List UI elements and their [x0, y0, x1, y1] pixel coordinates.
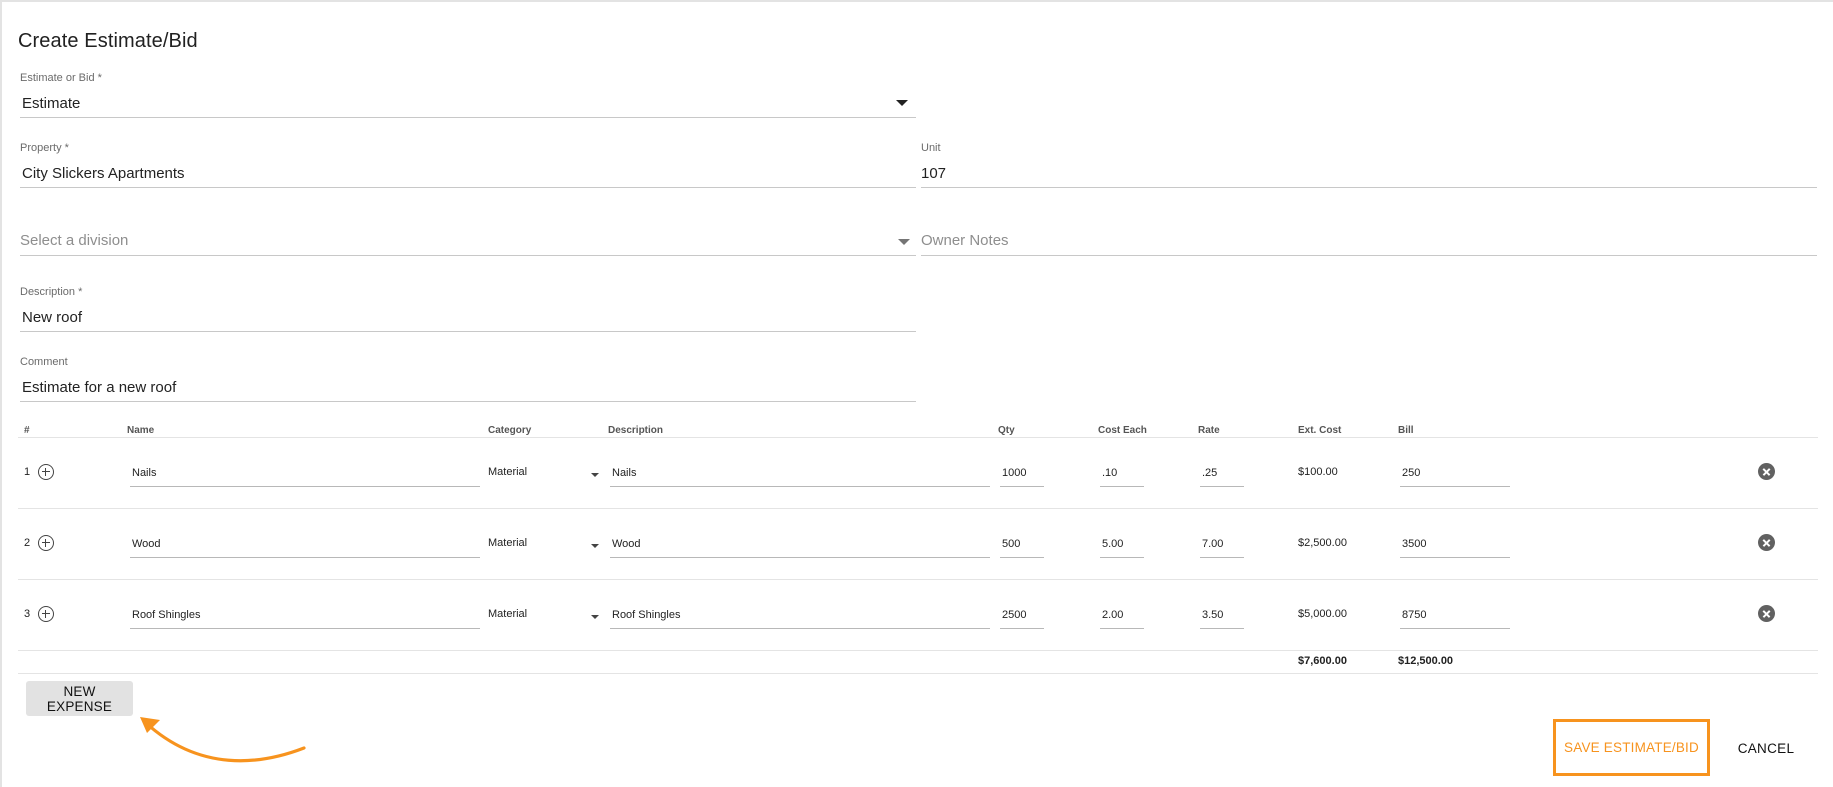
column-header-name: Name	[127, 425, 155, 436]
row-cost-each-input[interactable]: 2.00	[1100, 603, 1144, 629]
column-header-description: Description	[608, 425, 664, 436]
row-rate-value: .25	[1202, 467, 1218, 479]
column-header-category: Category	[488, 425, 532, 436]
row-qty-input[interactable]: 2500	[1000, 603, 1044, 629]
row-description-input[interactable]: Wood	[610, 532, 990, 558]
comment-field[interactable]: Comment Estimate for a new roof	[20, 356, 916, 402]
owner-notes-field[interactable]: Owner Notes	[921, 225, 1817, 256]
row-name-value: Wood	[132, 538, 161, 550]
row-rate-value: 7.00	[1202, 538, 1224, 550]
unit-label: Unit	[921, 142, 941, 154]
row-bill-input[interactable]: 8750	[1400, 603, 1510, 629]
unit-field[interactable]: Unit 107	[921, 142, 1817, 188]
add-circle-icon[interactable]	[38, 606, 54, 622]
chevron-down-icon[interactable]	[591, 473, 599, 477]
remove-circle-icon[interactable]	[1758, 605, 1775, 622]
description-label: Description *	[20, 286, 83, 298]
column-header-bill: Bill	[1398, 425, 1414, 436]
chevron-down-icon[interactable]	[591, 615, 599, 619]
row-ext-cost: $5,000.00	[1298, 608, 1347, 620]
row-qty-value: 2500	[1002, 609, 1027, 621]
page-title: Create Estimate/Bid	[18, 30, 198, 52]
row-cost-each-input[interactable]: 5.00	[1100, 532, 1144, 558]
row-name-input[interactable]: Roof Shingles	[130, 603, 480, 629]
description-field[interactable]: Description * New roof	[20, 286, 916, 332]
row-qty-value: 1000	[1002, 467, 1027, 479]
row-description-input[interactable]: Roof Shingles	[610, 603, 990, 629]
row-qty-value: 500	[1002, 538, 1021, 550]
row-ext-cost: $100.00	[1298, 466, 1338, 478]
chevron-down-icon[interactable]	[591, 544, 599, 548]
row-divider	[18, 579, 1818, 580]
row-rate-input[interactable]: .25	[1200, 461, 1244, 487]
save-estimate-bid-button[interactable]: SAVE ESTIMATE/BID	[1553, 719, 1710, 776]
chevron-down-icon[interactable]	[896, 100, 908, 106]
row-cost-each-value: .10	[1102, 467, 1118, 479]
row-bill-value: 250	[1402, 467, 1421, 479]
owner-notes-placeholder: Owner Notes	[921, 232, 1009, 249]
column-header-rate: Rate	[1198, 425, 1220, 436]
row-description-value: Nails	[612, 467, 637, 479]
row-category-value[interactable]: Material	[488, 466, 527, 478]
row-divider	[18, 508, 1818, 509]
cancel-button[interactable]: CANCEL	[1728, 733, 1804, 763]
row-bill-value: 8750	[1402, 609, 1427, 621]
new-expense-button[interactable]: NEW EXPENSE	[26, 681, 133, 716]
row-rate-input[interactable]: 3.50	[1200, 603, 1244, 629]
division-select[interactable]: Select a division	[20, 225, 916, 256]
chevron-down-icon[interactable]	[898, 239, 910, 245]
row-name-input[interactable]: Nails	[130, 461, 480, 487]
add-circle-icon[interactable]	[38, 535, 54, 551]
row-number: 3	[24, 608, 31, 620]
estimate-or-bid-value: Estimate	[22, 95, 81, 112]
description-value: New roof	[22, 309, 83, 326]
total-ext-cost: $7,600.00	[1298, 655, 1347, 667]
comment-value: Estimate for a new roof	[22, 379, 177, 396]
row-qty-input[interactable]: 1000	[1000, 461, 1044, 487]
row-ext-cost: $2,500.00	[1298, 537, 1347, 549]
property-value: City Slickers Apartments	[22, 165, 185, 182]
column-header-num: #	[24, 425, 30, 436]
row-bill-input[interactable]: 3500	[1400, 532, 1510, 558]
row-bill-value: 3500	[1402, 538, 1427, 550]
property-field[interactable]: Property * City Slickers Apartments	[20, 142, 916, 188]
row-qty-input[interactable]: 500	[1000, 532, 1044, 558]
table-divider	[18, 437, 1818, 438]
row-category-value[interactable]: Material	[488, 537, 527, 549]
row-number: 2	[24, 537, 31, 549]
row-rate-value: 3.50	[1202, 609, 1224, 621]
total-bill: $12,500.00	[1398, 655, 1454, 667]
row-cost-each-value: 5.00	[1102, 538, 1124, 550]
row-cost-each-input[interactable]: .10	[1100, 461, 1144, 487]
remove-circle-icon[interactable]	[1758, 534, 1775, 551]
arrow-annotation	[140, 717, 306, 763]
estimate-or-bid-select[interactable]: Estimate or Bid * Estimate	[20, 72, 916, 118]
property-label: Property *	[20, 142, 69, 154]
division-placeholder: Select a division	[20, 232, 129, 249]
unit-value: 107	[921, 165, 947, 182]
row-rate-input[interactable]: 7.00	[1200, 532, 1244, 558]
row-number: 1	[24, 466, 31, 478]
row-name-value: Roof Shingles	[132, 609, 201, 621]
column-header-ext-cost: Ext. Cost	[1298, 425, 1342, 436]
column-header-cost-each: Cost Each	[1098, 425, 1147, 436]
remove-circle-icon[interactable]	[1758, 463, 1775, 480]
comment-label: Comment	[20, 356, 68, 368]
row-description-input[interactable]: Nails	[610, 461, 990, 487]
row-description-value: Roof Shingles	[612, 609, 681, 621]
row-cost-each-value: 2.00	[1102, 609, 1124, 621]
row-divider	[18, 650, 1818, 651]
row-bill-input[interactable]: 250	[1400, 461, 1510, 487]
row-name-input[interactable]: Wood	[130, 532, 480, 558]
totals-divider	[18, 673, 1818, 674]
column-header-qty: Qty	[998, 425, 1015, 436]
row-name-value: Nails	[132, 467, 157, 479]
add-circle-icon[interactable]	[38, 464, 54, 480]
row-category-value[interactable]: Material	[488, 608, 527, 620]
estimate-or-bid-label: Estimate or Bid *	[20, 72, 102, 84]
row-description-value: Wood	[612, 538, 641, 550]
